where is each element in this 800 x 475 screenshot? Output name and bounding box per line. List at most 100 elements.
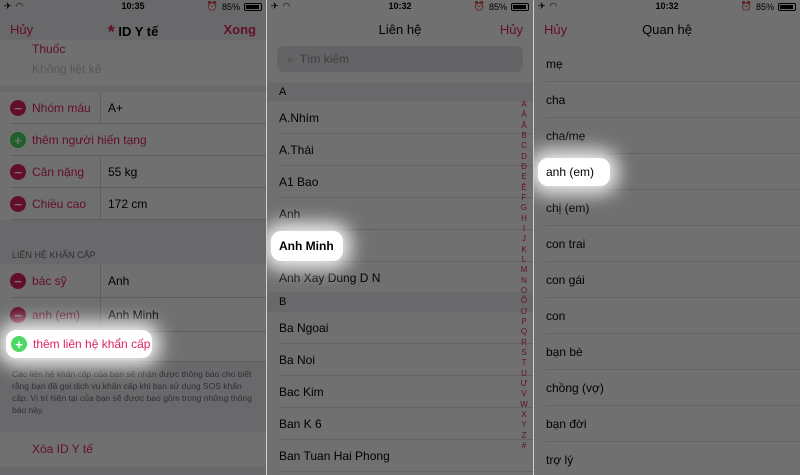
index-letter[interactable]: W [520,400,528,409]
contact-row[interactable]: Ban Tuan Hai Phong [267,440,533,472]
index-letter[interactable]: J [522,234,526,243]
contact-row[interactable]: A.Thái [267,134,533,166]
index-letter[interactable]: Z [522,431,527,440]
field-value[interactable]: 55 kg [108,156,137,188]
field-label: thêm người hiến tạng [32,133,147,147]
cancel-button[interactable]: Hủy [500,22,523,37]
contact-row[interactable]: Ba Noi [267,344,533,376]
index-letter[interactable]: Ư [521,379,528,388]
medications-label: Thuốc [32,42,66,56]
index-letter[interactable]: U [521,369,527,378]
contact-row[interactable]: Bac Kim [267,376,533,408]
add-contact-label: thêm liên hệ khẩn cấp [33,337,151,351]
medical-star-icon: * [107,22,115,42]
index-letter[interactable]: M [521,265,528,274]
nav-bar: Hủy Quan hệ [534,14,800,46]
search-icon: ⌕ [287,51,294,66]
relation-row[interactable]: trợ lý [534,442,800,475]
index-letter[interactable]: D [521,152,527,161]
index-letter[interactable]: B [521,131,526,140]
alarm-icon: ⏰ [473,1,485,11]
selected-relation-sibling[interactable]: anh (em) [538,158,610,186]
battery-percent: 85% [755,1,774,12]
relation-row[interactable]: bạn bè [534,334,800,370]
medical-id-panel: ✈ ◠ 10:35 ⏰ 85% Hủy * ID Y tế Xong Thuốc K… [0,0,266,475]
emergency-note: Các liên hệ khẩn cấp của bạn sẽ nhận đượ… [12,369,252,415]
medications-row[interactable]: Thuốc Không liệt kê [0,40,266,86]
remove-icon[interactable]: − [10,196,26,212]
contact-row-doctor[interactable]: − bác sỹ Anh [0,264,266,298]
index-letter[interactable]: L [522,255,526,264]
relation-row[interactable]: con gái [534,262,800,298]
done-button[interactable]: Xong [224,22,257,37]
index-letter[interactable]: Â [521,121,526,130]
index-letter[interactable]: Ô [521,296,527,305]
contact-row-sibling[interactable]: − anh (em) Anh Minh [0,298,266,332]
relation-row[interactable]: con [534,298,800,334]
battery-icon [244,2,262,11]
index-letter[interactable]: Đ [521,162,527,171]
status-bar: ✈ ◠ 10:32 ⏰ 85% [267,0,533,14]
index-letter[interactable]: N [521,276,527,285]
contact-row[interactable]: A1 Bao [267,166,533,198]
index-letter[interactable]: V [521,389,526,398]
index-letter[interactable]: X [521,410,526,419]
nav-bar: Liên hệ Hủy [267,14,533,46]
battery-percent: 85% [221,1,240,12]
contact-row[interactable]: Anh [267,198,533,230]
index-letter[interactable]: A [521,100,526,109]
add-icon[interactable]: + [11,336,27,352]
add-emergency-contact-button[interactable]: + thêm liên hệ khẩn cấp [6,330,152,358]
relation-row[interactable]: chồng (vợ) [534,370,800,406]
field-value[interactable]: A+ [108,92,123,124]
index-letter[interactable]: Y [521,420,526,429]
index-letter[interactable]: F [522,193,527,202]
relation-row[interactable]: bạn đời [534,406,800,442]
index-letter[interactable]: T [522,358,527,367]
height-row[interactable]: − Chiều cao 172 cm [0,188,266,220]
index-letter[interactable]: P [521,317,526,326]
add-icon[interactable]: + [10,132,26,148]
contact-name[interactable]: Anh Minh [108,298,159,332]
relation-label: bác sỹ [32,274,67,288]
status-bar: ✈ ◠ 10:32 ⏰ 85% [534,0,800,14]
remove-icon[interactable]: − [10,100,26,116]
relation-row[interactable]: chị (em) [534,190,800,226]
field-value[interactable]: 172 cm [108,188,147,220]
selected-contact-anh-minh[interactable]: Anh Minh [271,231,343,261]
delete-medical-id-button[interactable]: Xóa ID Y tế [32,442,93,456]
index-letter[interactable]: H [521,214,527,223]
index-letter[interactable]: E [521,172,526,181]
contact-row[interactable]: Anh Xay Dung D N [267,262,533,294]
blood-type-row[interactable]: − Nhóm máu A+ [0,92,266,124]
index-letter[interactable]: Ê [521,183,526,192]
index-letter[interactable]: Ă [521,110,526,119]
delete-row[interactable]: Xóa ID Y tế [0,432,266,466]
index-letter[interactable]: S [521,348,526,357]
contact-row[interactable]: Ban K 6 [267,408,533,440]
remove-icon[interactable]: − [10,164,26,180]
relation-row[interactable]: cha/mẹ [534,118,800,154]
search-input[interactable]: ⌕ Tìm kiếm [277,46,523,72]
add-organ-donor-row[interactable]: + thêm người hiến tạng [0,124,266,156]
weight-row[interactable]: − Cân nặng 55 kg [0,156,266,188]
contact-row[interactable]: A.Nhím [267,102,533,134]
index-letter[interactable]: # [522,441,526,450]
remove-icon[interactable]: − [10,273,26,289]
section-index[interactable]: A Ă Â B C D Đ E Ê F G H I J K L M N O Ô Ơ P Q R S T U Ư V W X Y Z # [517,100,531,450]
index-letter[interactable]: R [521,338,527,347]
index-letter[interactable]: O [521,286,527,295]
contact-row[interactable]: Ba Ngoai [267,312,533,344]
remove-icon[interactable]: − [10,307,26,323]
relation-row[interactable]: mẹ [534,46,800,82]
index-letter[interactable]: K [521,245,526,254]
index-letter[interactable]: Ơ [521,307,528,316]
index-letter[interactable]: G [521,203,527,212]
index-letter[interactable]: I [523,224,525,233]
page-title-text: ID Y tế [118,23,159,39]
index-letter[interactable]: C [521,141,527,150]
index-letter[interactable]: Q [521,327,527,336]
relation-row[interactable]: con trai [534,226,800,262]
relation-row[interactable]: cha [534,82,800,118]
contact-name[interactable]: Anh [108,264,129,298]
